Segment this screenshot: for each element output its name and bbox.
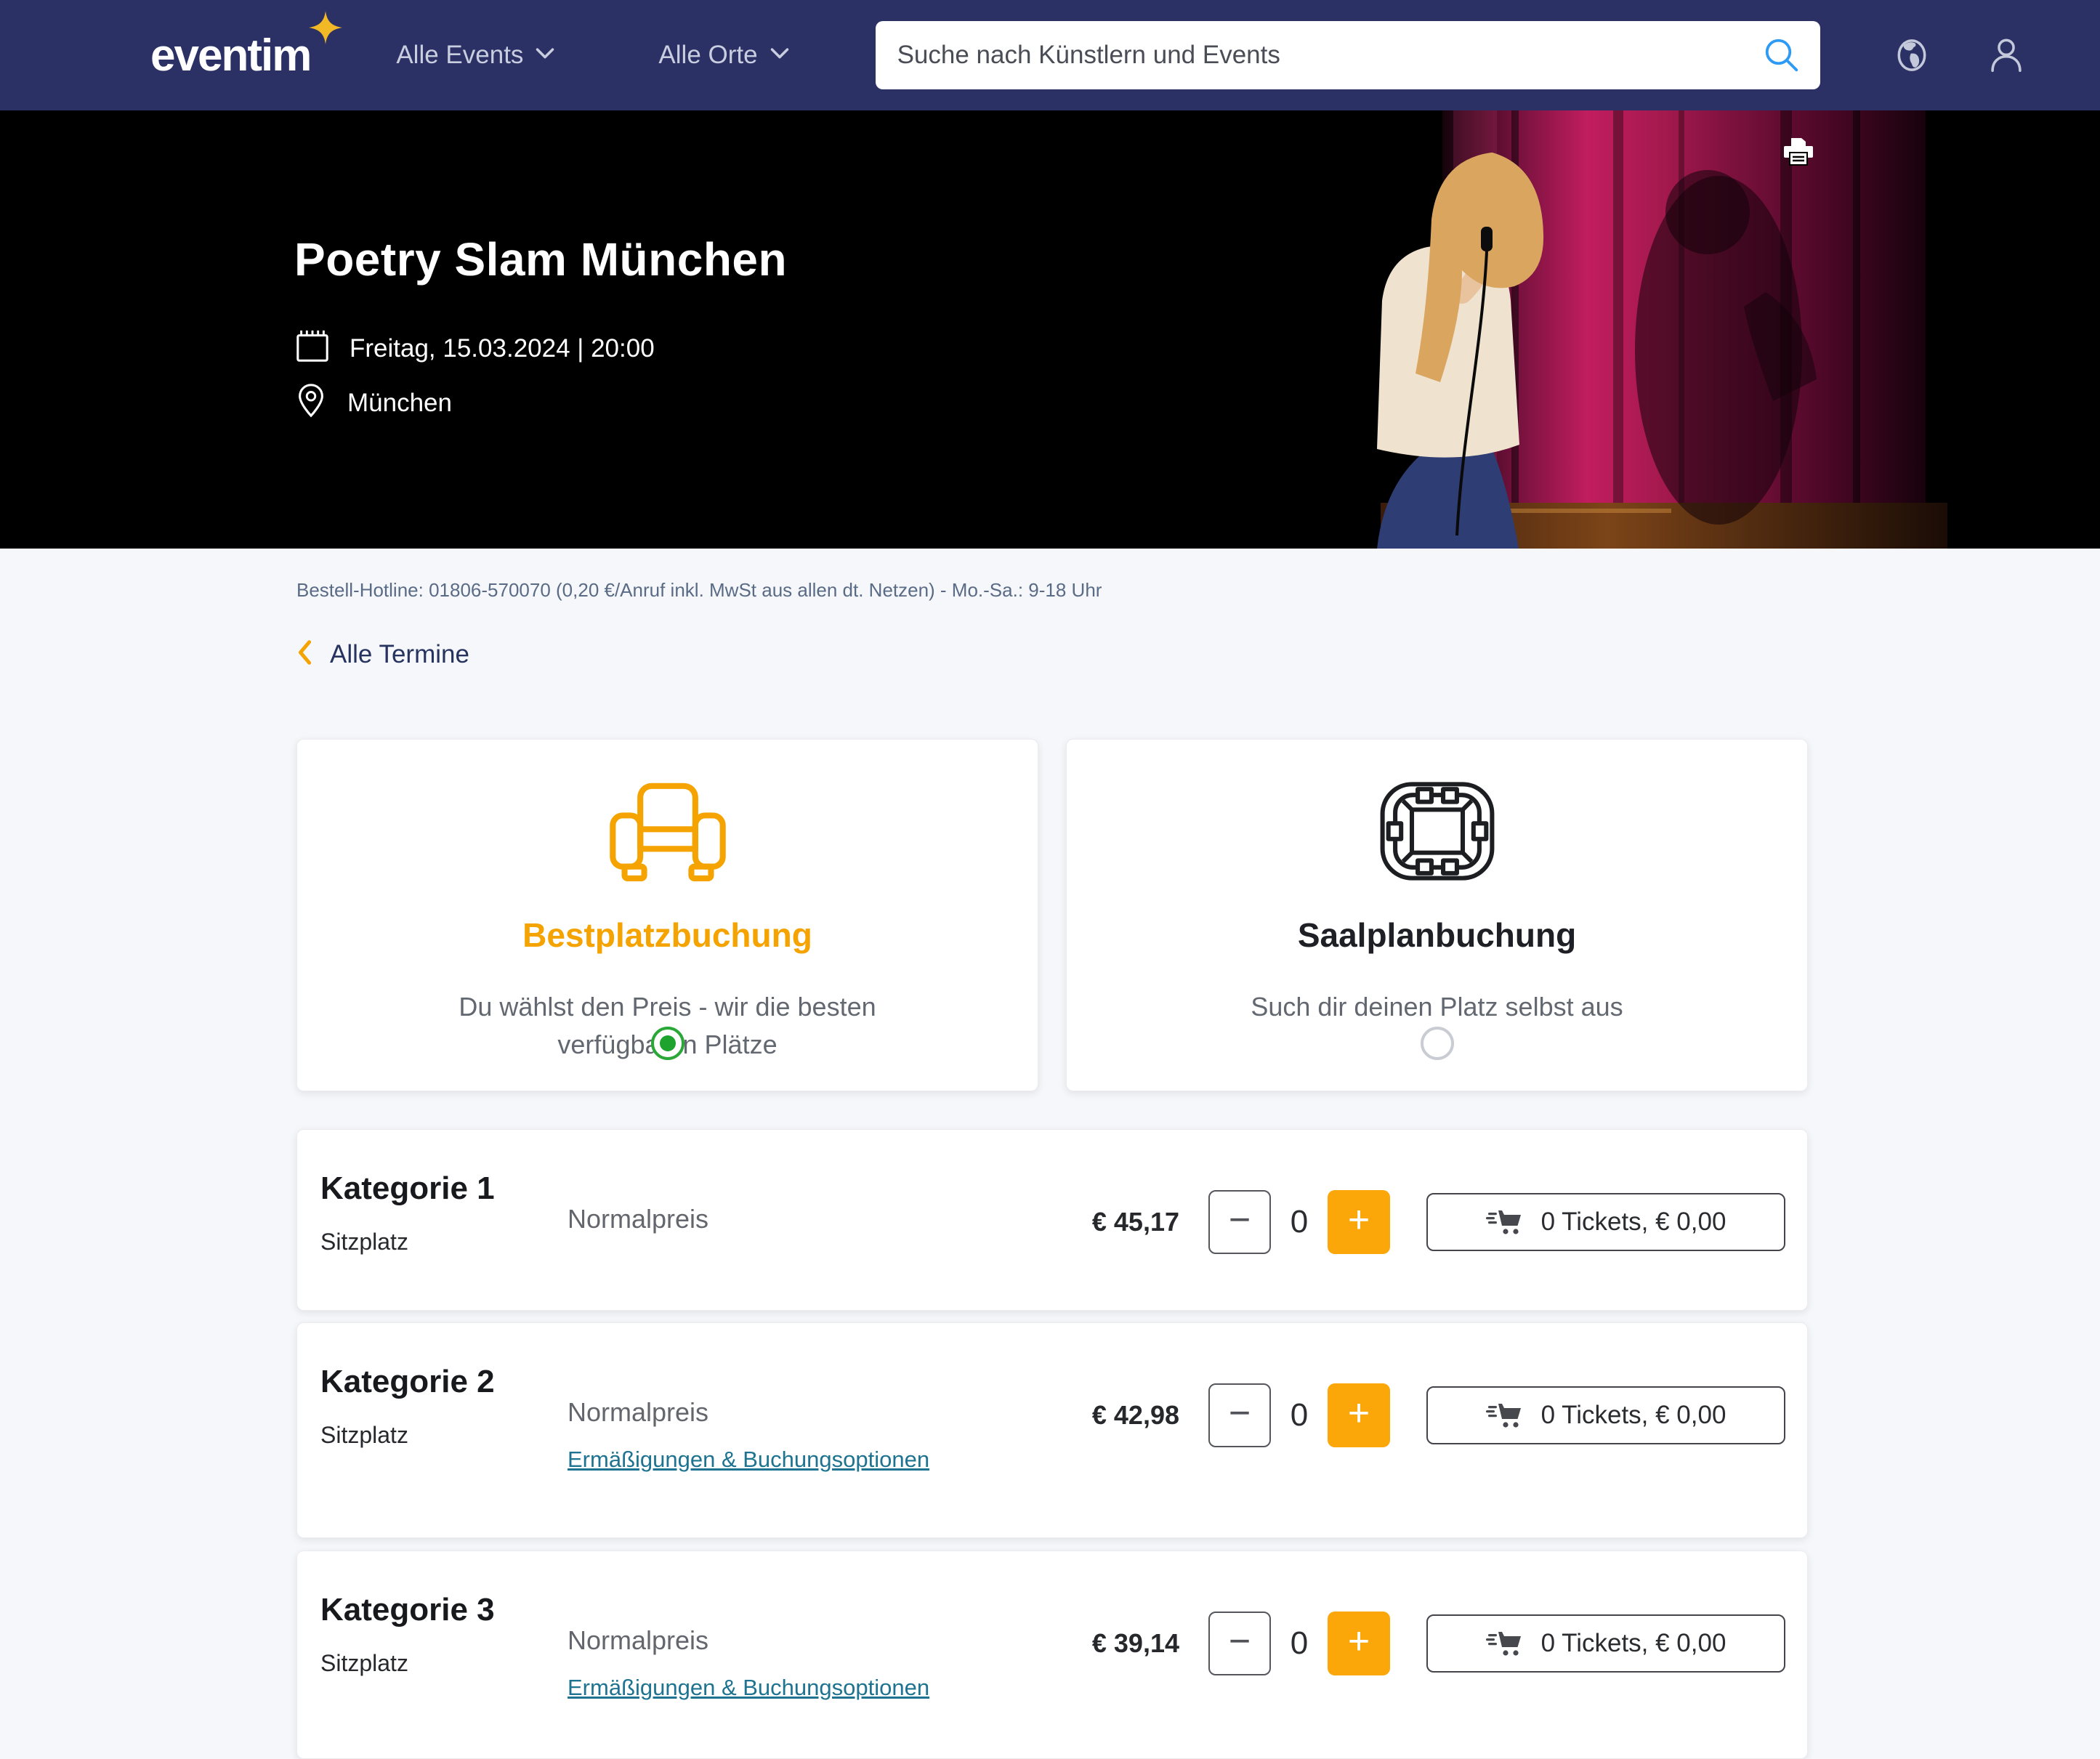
- cart-icon: [1486, 1400, 1522, 1431]
- category-row-kategorie-3: Kategorie 3 Sitzplatz Normalpreis Ermäßi…: [296, 1550, 1808, 1759]
- search-icon[interactable]: [1762, 36, 1801, 75]
- decrease-quantity-button[interactable]: −: [1208, 1190, 1271, 1254]
- mode-title: Saalplanbuchung: [1067, 915, 1807, 955]
- event-date-row: Freitag, 15.03.2024 | 20:00: [294, 328, 787, 368]
- radio-bestplatzbuchung-selected[interactable]: [651, 1027, 684, 1060]
- nav-menu-label: Alle Orte: [658, 41, 757, 70]
- mode-subtitle: Such dir deinen Platz selbst aus: [1190, 988, 1684, 1026]
- ticket-controls: € 45,17 − 0 + 0 Tickets, € 0,00: [1092, 1190, 1785, 1254]
- discounts-options-link[interactable]: Ermäßigungen & Buchungsoptionen: [568, 1447, 929, 1473]
- booking-main: Bestell-Hotline: 01806-570070 (0,20 €/An…: [0, 579, 2100, 1759]
- ticket-price: € 45,17: [1092, 1207, 1179, 1237]
- event-city: München: [347, 389, 452, 418]
- category-name: Kategorie 3: [320, 1592, 495, 1628]
- cart-summary-button[interactable]: 0 Tickets, € 0,00: [1426, 1614, 1785, 1673]
- hotline-text: Bestell-Hotline: 01806-570070 (0,20 €/An…: [296, 579, 1808, 602]
- mode-card-saalplanbuchung[interactable]: Saalplanbuchung Such dir deinen Platz se…: [1066, 739, 1808, 1091]
- price-type-label: Normalpreis: [568, 1204, 708, 1234]
- cart-summary-button[interactable]: 0 Tickets, € 0,00: [1426, 1193, 1785, 1251]
- mode-card-bestplatzbuchung[interactable]: Bestplatzbuchung Du wählst den Preis - w…: [296, 739, 1038, 1091]
- increase-quantity-button[interactable]: +: [1328, 1383, 1390, 1447]
- chevron-down-icon: [535, 46, 555, 65]
- location-pin-icon: [296, 383, 326, 423]
- event-datetime: Freitag, 15.03.2024 | 20:00: [350, 334, 655, 363]
- nav-menu-alle-orte[interactable]: Alle Orte: [658, 41, 789, 70]
- category-row-kategorie-1: Kategorie 1 Sitzplatz Normalpreis € 45,1…: [296, 1129, 1808, 1311]
- chevron-down-icon: [770, 46, 790, 65]
- nav-menu-alle-events[interactable]: Alle Events: [396, 41, 555, 70]
- search-input[interactable]: [897, 41, 1762, 70]
- quantity-value: 0: [1271, 1204, 1328, 1240]
- page-title: Poetry Slam München: [294, 232, 787, 286]
- booking-mode-selector: Bestplatzbuchung Du wählst den Preis - w…: [296, 739, 1808, 1091]
- price-type-label: Normalpreis: [568, 1397, 708, 1428]
- discounts-options-link[interactable]: Ermäßigungen & Buchungsoptionen: [568, 1675, 929, 1701]
- calendar-icon: [294, 328, 331, 368]
- event-photo: [1272, 110, 2100, 549]
- seatmap-icon: [1067, 777, 1807, 885]
- category-name: Kategorie 2: [320, 1364, 495, 1400]
- ticket-price: € 42,98: [1092, 1400, 1179, 1431]
- cart-summary-label: 0 Tickets, € 0,00: [1541, 1401, 1727, 1430]
- decrease-quantity-button[interactable]: −: [1208, 1612, 1271, 1675]
- ticket-controls: € 42,98 − 0 + 0 Tickets, € 0,00: [1092, 1383, 1785, 1447]
- category-name: Kategorie 1: [320, 1170, 495, 1207]
- cart-summary-label: 0 Tickets, € 0,00: [1541, 1629, 1727, 1658]
- globe-icon[interactable]: [1893, 36, 1931, 74]
- cart-summary-button[interactable]: 0 Tickets, € 0,00: [1426, 1386, 1785, 1444]
- cart-icon: [1486, 1207, 1522, 1238]
- decrease-quantity-button[interactable]: −: [1208, 1383, 1271, 1447]
- user-account-icon[interactable]: [1987, 36, 2025, 74]
- ticket-price: € 39,14: [1092, 1628, 1179, 1659]
- event-location-row: München: [296, 383, 787, 423]
- seat-type-label: Sitzplatz: [320, 1422, 408, 1449]
- nav-menu-label: Alle Events: [396, 41, 523, 70]
- cart-summary-label: 0 Tickets, € 0,00: [1541, 1208, 1727, 1237]
- armchair-icon: [297, 777, 1038, 885]
- increase-quantity-button[interactable]: +: [1328, 1190, 1390, 1254]
- back-link-alle-termine[interactable]: Alle Termine: [296, 639, 469, 669]
- chevron-left-icon: [296, 639, 312, 669]
- quantity-value: 0: [1271, 1625, 1328, 1662]
- back-link-label: Alle Termine: [330, 640, 469, 669]
- eventim-logo[interactable]: eventim: [150, 30, 310, 81]
- category-row-kategorie-2: Kategorie 2 Sitzplatz Normalpreis Ermäßi…: [296, 1322, 1808, 1538]
- event-hero: Poetry Slam München Freitag, 15.03.2024 …: [0, 110, 2100, 549]
- quantity-value: 0: [1271, 1397, 1328, 1434]
- brand-wordmark: eventim: [150, 31, 310, 81]
- seat-type-label: Sitzplatz: [320, 1229, 408, 1255]
- search-bar: [876, 21, 1820, 89]
- sparkle-icon: [309, 11, 342, 44]
- print-icon[interactable]: [1782, 137, 1815, 167]
- top-navbar: eventim Alle Events Alle Orte: [0, 0, 2100, 110]
- increase-quantity-button[interactable]: +: [1328, 1612, 1390, 1675]
- mode-title: Bestplatzbuchung: [297, 915, 1038, 955]
- ticket-controls: € 39,14 − 0 + 0 Tickets, € 0,00: [1092, 1612, 1785, 1675]
- seat-type-label: Sitzplatz: [320, 1650, 408, 1677]
- price-type-label: Normalpreis: [568, 1625, 708, 1656]
- radio-saalplanbuchung[interactable]: [1421, 1027, 1454, 1060]
- cart-icon: [1486, 1628, 1522, 1659]
